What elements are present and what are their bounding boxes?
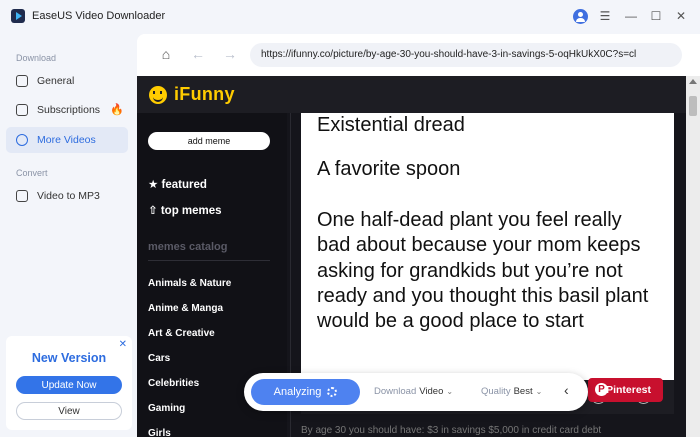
view-button[interactable]: View — [16, 402, 122, 420]
maximize-icon[interactable]: ☐ — [648, 8, 664, 24]
category-link[interactable]: Cars — [148, 353, 170, 364]
meme-text-line: One half-dead plant you feel really — [317, 209, 622, 231]
sidebar-item-label: More Videos — [37, 134, 96, 146]
sidebar-item-video-to-mp3[interactable]: Video to MP3 — [6, 183, 128, 209]
download-float-bar: Analyzing Download Video ⌄ Quality Best ⌄ ‹ — [244, 373, 588, 411]
app-logo-icon — [11, 9, 25, 23]
promo-title: New Version — [31, 351, 107, 365]
sidebar-item-label: General — [37, 75, 75, 87]
meme-text-line: ready and you thought this basil plant — [317, 285, 649, 307]
category-link[interactable]: Girls — [148, 428, 171, 437]
pinterest-button[interactable]: P Pinterest — [588, 378, 663, 402]
promo-close-icon[interactable]: ✕ — [119, 339, 127, 350]
category-link[interactable]: Celebrities — [148, 378, 199, 389]
user-icon[interactable] — [573, 9, 588, 24]
analyzing-label: Analyzing — [273, 386, 322, 398]
meme-text-line: A favorite spoon — [317, 158, 461, 180]
meme-caption: By age 30 you should have: $3 in savings… — [301, 425, 602, 436]
memes-catalog-title: memes catalog — [148, 241, 228, 253]
title-bar: EaseUS Video Downloader ☰ — ☐ ✕ — [0, 0, 700, 34]
chevron-down-icon: ⌄ — [535, 387, 543, 396]
ifunny-smiley-icon — [149, 86, 167, 104]
category-link[interactable]: Art & Creative — [148, 328, 215, 339]
divider — [148, 260, 270, 261]
browser-nav-bar: ⌂ ← → https://ifunny.co/picture/by-age-3… — [137, 34, 700, 76]
download-type-select[interactable]: Download Video ⌄ — [374, 386, 453, 397]
sidebar-item-label: Video to MP3 — [37, 190, 100, 202]
pinterest-icon: P — [595, 383, 608, 396]
sidebar-item-more-videos[interactable]: More Videos — [6, 127, 128, 153]
sidebar-item-subscriptions[interactable]: Subscriptions 🔥 — [6, 97, 128, 123]
quality-label: Quality — [481, 386, 511, 397]
scrollbar[interactable] — [686, 76, 700, 437]
menu-icon[interactable]: ☰ — [597, 8, 613, 24]
meme-image[interactable]: Existential dread A favorite spoon One h… — [301, 113, 674, 380]
collapse-chevron-icon[interactable]: ‹ — [564, 382, 569, 398]
scroll-up-icon[interactable] — [689, 79, 697, 84]
quality-select[interactable]: Quality Best ⌄ — [481, 386, 542, 397]
back-arrow-icon[interactable]: ← — [189, 45, 207, 63]
meme-text-line: Existential dread — [317, 114, 465, 136]
convert-icon — [16, 190, 28, 202]
download-type-label: Download — [374, 386, 417, 397]
forward-arrow-icon[interactable]: → — [221, 45, 239, 63]
nav-featured[interactable]: ★ featured — [148, 177, 207, 191]
sidebar-item-general[interactable]: General — [6, 68, 128, 94]
download-icon — [16, 75, 28, 87]
pinterest-label: Pinterest — [606, 384, 651, 396]
url-input[interactable]: https://ifunny.co/picture/by-age-30-you-… — [250, 43, 682, 67]
subscriptions-icon — [16, 104, 28, 116]
close-icon[interactable]: ✕ — [673, 8, 689, 24]
play-circle-icon — [16, 134, 28, 146]
spinner-icon — [327, 387, 338, 397]
analyzing-button[interactable]: Analyzing — [251, 379, 360, 405]
sidebar-item-label: Subscriptions — [37, 104, 101, 116]
meme-text-line: asking for grandkids but you’re not — [317, 260, 623, 282]
scroll-thumb[interactable] — [689, 96, 697, 116]
meme-text-line: would be a good place to start — [317, 310, 584, 332]
new-version-promo: ✕ New Version Update Now View — [6, 336, 132, 430]
chevron-down-icon: ⌄ — [446, 387, 454, 396]
update-now-button[interactable]: Update Now — [16, 376, 122, 394]
section-convert-label: Convert — [16, 168, 48, 178]
app-title: EaseUS Video Downloader — [32, 10, 166, 22]
ifunny-header: iFunny — [137, 76, 686, 113]
category-link[interactable]: Anime & Manga — [148, 303, 223, 314]
category-link[interactable]: Gaming — [148, 403, 185, 414]
minimize-icon[interactable]: — — [623, 8, 639, 24]
meme-text-line: bad about because your mom keeps — [317, 234, 641, 256]
nav-top-memes-label: top memes — [160, 205, 222, 217]
ifunny-logo[interactable]: iFunny — [174, 84, 235, 105]
home-icon[interactable]: ⌂ — [157, 45, 175, 63]
category-link[interactable]: Animals & Nature — [148, 278, 231, 289]
quality-value: Best — [513, 386, 533, 397]
nav-top-memes[interactable]: ⇧ top memes — [148, 203, 222, 217]
fire-icon: 🔥 — [110, 104, 124, 116]
section-download-label: Download — [16, 53, 57, 63]
download-type-value: Video — [419, 386, 444, 397]
add-meme-button[interactable]: add meme — [148, 132, 270, 150]
nav-featured-label: featured — [161, 179, 207, 191]
